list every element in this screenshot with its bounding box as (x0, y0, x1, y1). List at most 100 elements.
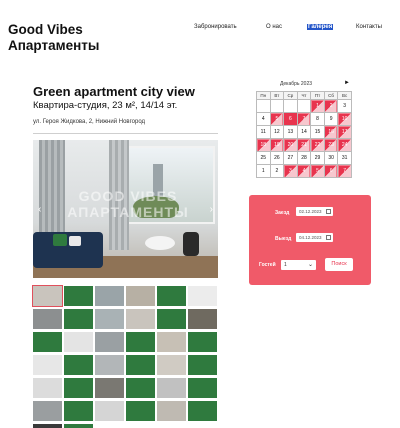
thumbnail[interactable] (64, 355, 93, 375)
thumbnail[interactable] (126, 332, 155, 352)
thumbnail[interactable] (95, 332, 124, 352)
thumbnail[interactable] (33, 424, 62, 428)
calendar-day[interactable]: 13 (283, 125, 298, 139)
calendar-day[interactable]: 28 (296, 151, 312, 165)
thumbnail[interactable] (157, 378, 186, 398)
nav-gallery[interactable]: Галерея (307, 24, 334, 30)
calendar-day[interactable]: 11 (256, 125, 271, 139)
calendar-day[interactable]: 21 (296, 138, 312, 152)
thumbnail[interactable] (95, 401, 124, 421)
calendar-day[interactable]: 18 (256, 138, 271, 152)
thumbnail[interactable] (64, 286, 93, 306)
calendar-day[interactable]: 1 (256, 164, 271, 178)
thumbnail[interactable] (95, 355, 124, 375)
calendar-day[interactable]: 27 (283, 151, 298, 165)
calendar-week: 18 19 20 21 22 23 24 (256, 138, 352, 152)
calendar-day[interactable]: 12 (269, 125, 285, 139)
thumbnail[interactable] (95, 378, 124, 398)
calendar-day[interactable]: 3 (283, 164, 298, 178)
calendar-week: 1234567 (256, 164, 352, 178)
guests-select[interactable]: 1 ⌄ (281, 260, 316, 270)
chevron-down-icon: ⌄ (307, 262, 313, 268)
thumbnail[interactable] (126, 309, 155, 329)
thumbnail[interactable] (64, 401, 93, 421)
calendar-day[interactable]: 16 (323, 125, 339, 139)
calendar-day[interactable]: 6 (323, 164, 339, 178)
thumbnail[interactable] (157, 286, 186, 306)
calendar-day[interactable]: 7 (337, 164, 352, 178)
nav-contacts[interactable]: Контакты (356, 24, 382, 30)
nav-about[interactable]: О нас (266, 24, 282, 30)
calendar-day[interactable]: 31 (337, 151, 352, 165)
thumbnail[interactable] (126, 401, 155, 421)
calendar-day[interactable]: 24 (337, 138, 352, 152)
thumbnail[interactable] (126, 355, 155, 375)
thumbnail[interactable] (188, 309, 217, 329)
calendar-day[interactable]: 7 (296, 112, 312, 126)
calendar-day[interactable]: 4 (296, 164, 312, 178)
thumbnail[interactable] (64, 378, 93, 398)
thumbnail[interactable] (33, 378, 62, 398)
thumbnail[interactable] (188, 378, 217, 398)
thumbnail[interactable] (32, 285, 63, 307)
calendar-day[interactable]: 9 (323, 112, 339, 126)
calendar-day[interactable]: 26 (269, 151, 285, 165)
thumbnail[interactable] (126, 378, 155, 398)
thumbnail[interactable] (33, 401, 62, 421)
photo-prev-arrow-icon[interactable]: ‹ (38, 204, 41, 215)
calendar-day[interactable]: 25 (256, 151, 271, 165)
calendar-day[interactable]: 29 (310, 151, 325, 165)
calendar-next-icon[interactable]: ► (344, 80, 350, 86)
main-photo[interactable]: GOOD VIBES АПАРТАМЕНТЫ ‹ › (33, 140, 218, 278)
thumbnail[interactable] (157, 355, 186, 375)
calendar-day[interactable]: 5 (310, 164, 325, 178)
thumbnail[interactable] (64, 309, 93, 329)
calendar-day[interactable]: 19 (269, 138, 285, 152)
calendar-day[interactable]: 6 (283, 112, 298, 126)
calendar-day (256, 99, 271, 113)
calendar-day[interactable]: 8 (310, 112, 325, 126)
calendar-day[interactable]: 17 (337, 125, 352, 139)
calendar-day[interactable]: 3 (337, 99, 352, 113)
calendar-icon (326, 235, 331, 240)
calendar-day[interactable]: 20 (283, 138, 298, 152)
calendar-day[interactable]: 4 (256, 112, 271, 126)
listing-title: Green apartment city view (33, 84, 195, 99)
thumbnail[interactable] (64, 424, 93, 428)
thumbnail[interactable] (157, 309, 186, 329)
calendar-grid: Пн Вт Ср Чт Пт Сб Вс 1 2 3 4 5 6 7 8 9 10 11 12 13 14 15 16 17… (256, 91, 352, 178)
calendar-week: 4 5 6 7 8 9 10 (256, 112, 352, 126)
thumbnail[interactable] (95, 309, 124, 329)
photo-pillow-green (53, 234, 67, 246)
calendar-day[interactable]: 1 (310, 99, 325, 113)
thumbnail[interactable] (64, 332, 93, 352)
nav-book[interactable]: Забронировать (194, 24, 237, 30)
thumbnail[interactable] (126, 286, 155, 306)
calendar-day[interactable]: 5 (269, 112, 285, 126)
calendar-day (283, 99, 298, 113)
photo-table (145, 236, 175, 250)
thumbnail[interactable] (95, 286, 124, 306)
thumbnail[interactable] (188, 332, 217, 352)
thumbnail[interactable] (188, 401, 217, 421)
thumbnail[interactable] (157, 332, 186, 352)
checkout-field[interactable]: 04.12.2023 (296, 233, 333, 242)
thumbnail[interactable] (157, 401, 186, 421)
calendar-day[interactable]: 14 (296, 125, 312, 139)
calendar-day[interactable]: 30 (323, 151, 339, 165)
search-button[interactable]: Поиск (325, 258, 353, 271)
thumbnail[interactable] (33, 332, 62, 352)
calendar-day[interactable]: 10 (337, 112, 352, 126)
thumbnail[interactable] (188, 286, 217, 306)
thumbnail[interactable] (33, 355, 62, 375)
checkin-field[interactable]: 02.12.2023 (296, 207, 333, 216)
calendar-day[interactable]: 2 (323, 99, 339, 113)
calendar-day[interactable]: 22 (310, 138, 325, 152)
calendar-day[interactable]: 15 (310, 125, 325, 139)
photo-next-arrow-icon[interactable]: › (210, 204, 213, 215)
booking-form: Заезд 02.12.2023 Выезд 04.12.2023 Гостей… (249, 195, 371, 285)
thumbnail[interactable] (188, 355, 217, 375)
calendar-day[interactable]: 2 (269, 164, 285, 178)
calendar-day[interactable]: 23 (323, 138, 339, 152)
thumbnail[interactable] (33, 309, 62, 329)
